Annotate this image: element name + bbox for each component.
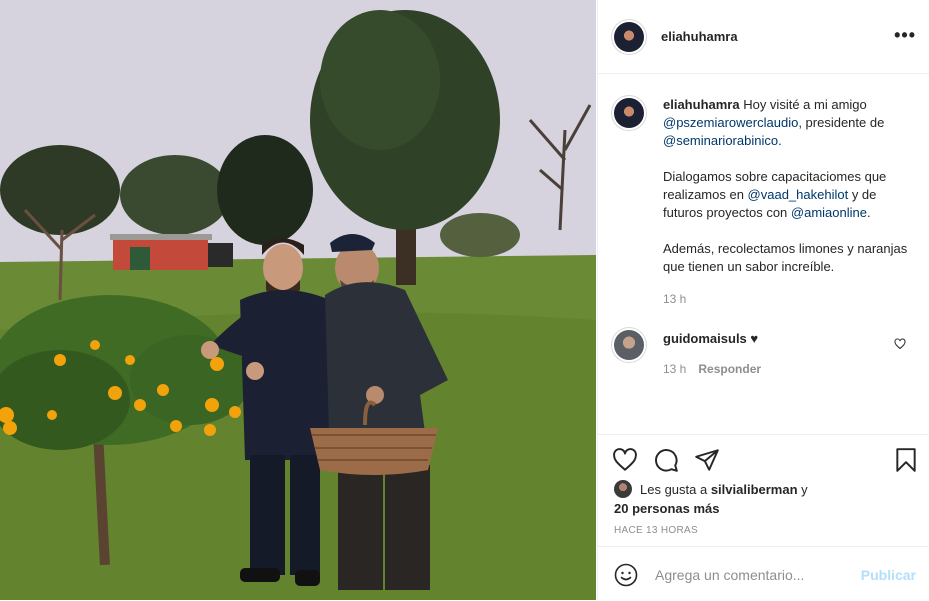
mention-link[interactable]: @seminariorabinico [663,133,778,148]
caption-time[interactable]: 13 h [663,290,913,308]
commenter-username[interactable]: guidomaisuls [663,331,747,346]
add-comment-bar: Publicar [598,546,929,601]
mention-link[interactable]: @pszemiarowerclaudio [663,115,798,130]
caption-text: Hoy visité a mi amigo [739,97,867,112]
post-actions: Les gusta a silvialiberman y 20 personas… [598,434,929,547]
publish-button[interactable]: Publicar [861,567,916,583]
smile-icon[interactable] [614,563,638,587]
likes-prefix: Les gusta a [640,482,711,497]
comment-text: ♥ [746,331,759,346]
caption-username[interactable]: eliahuhamra [663,97,740,112]
post-photo[interactable] [0,0,596,600]
mention-link[interactable]: @amiaonline [791,205,867,220]
author-avatar[interactable] [614,22,644,52]
post-time-ago[interactable]: HACE 13 HORAS [614,525,698,536]
send-icon[interactable] [694,447,720,473]
post-panel: eliahuhamra ••• eliahuhamra Hoy visité a… [597,0,929,600]
reply-button[interactable]: Responder [698,362,761,376]
caption-avatar[interactable] [614,98,644,128]
photo-scene [0,0,596,600]
comment-icon[interactable] [653,447,679,473]
liker-avatar[interactable] [614,479,632,498]
comment-like-icon[interactable] [894,338,906,350]
comment-row: guidomaisuls ♥ [663,331,758,346]
author-username[interactable]: eliahuhamra [661,29,738,44]
liker-username[interactable]: silvialiberman [711,482,798,497]
caption-text: Además, recolectamos limones y naranjas … [663,241,908,274]
caption-text: , presidente de [798,115,885,130]
post-header: eliahuhamra ••• [598,0,929,74]
post-caption: eliahuhamra Hoy visité a mi amigo @pszem… [663,96,913,308]
comment-input[interactable] [653,561,847,589]
likes-others[interactable]: 20 personas más [614,501,720,516]
mention-link[interactable]: @vaad_hakehilot [748,187,849,202]
heart-icon[interactable] [612,447,638,473]
comments-area: eliahuhamra Hoy visité a mi amigo @pszem… [598,74,929,434]
likes-and: y [797,482,808,497]
comment-meta: 13 h Responder [663,362,761,376]
caption-text: . [866,205,871,220]
likes-summary: Les gusta a silvialiberman y 20 personas… [614,479,874,518]
comment-time[interactable]: 13 h [663,362,686,376]
more-options-icon[interactable]: ••• [894,26,916,44]
caption-text: . [778,133,782,148]
bookmark-icon[interactable] [893,447,919,473]
commenter-avatar[interactable] [614,330,644,360]
